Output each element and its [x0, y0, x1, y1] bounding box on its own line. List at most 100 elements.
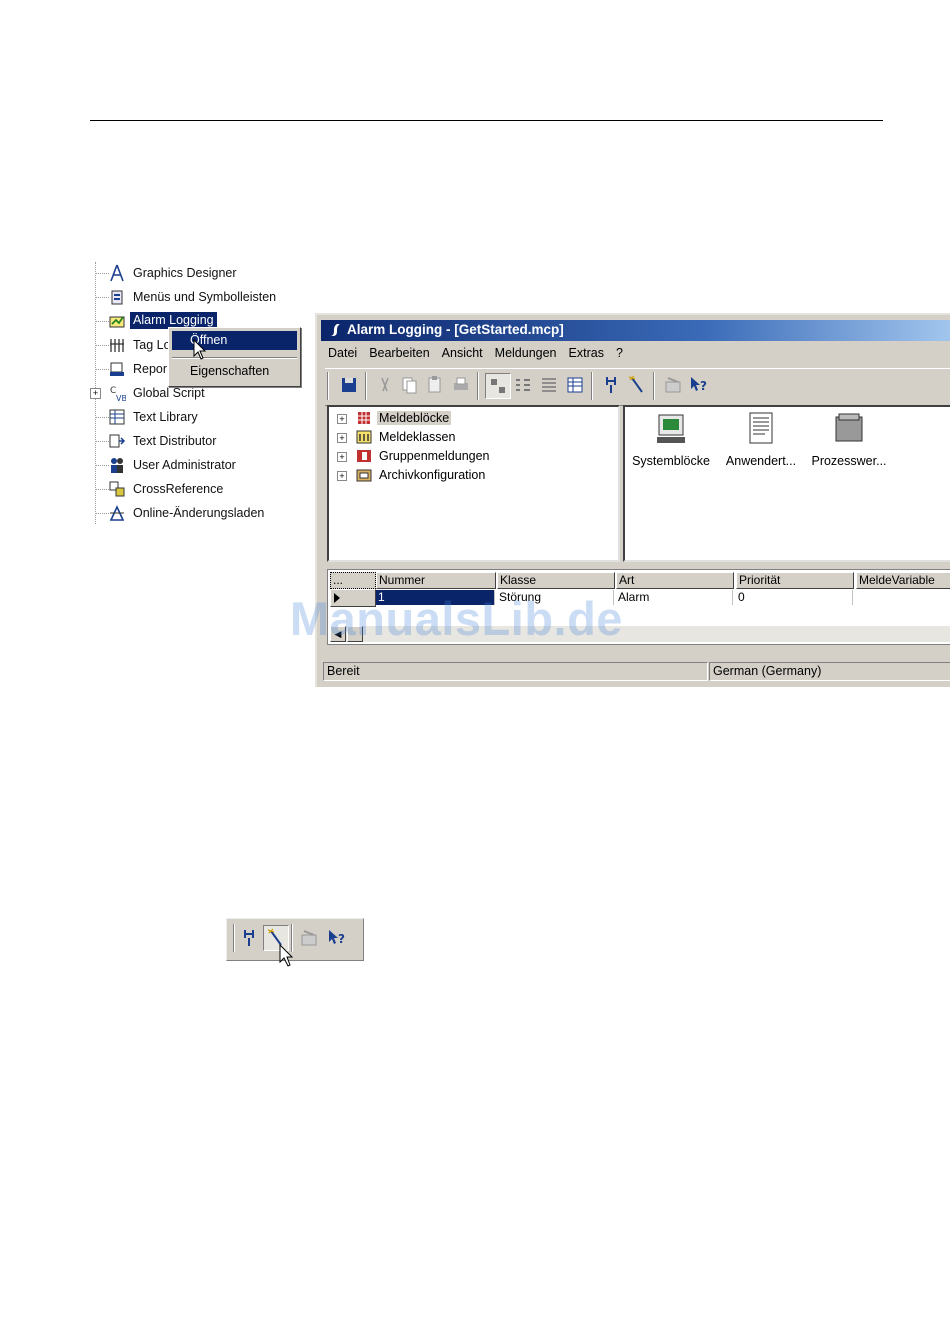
toolbar-separator	[365, 372, 367, 400]
window-title: Alarm Logging - [GetStarted.mcp]	[347, 322, 564, 337]
expand-icon[interactable]: +	[337, 433, 347, 443]
large-icons-view-icon[interactable]	[485, 373, 511, 399]
tag-logging-icon	[110, 339, 124, 352]
column-header-art[interactable]: Art	[616, 572, 734, 589]
list-view-icon[interactable]	[537, 373, 561, 397]
data-object-user-text-blocks[interactable]: Anwendert...	[719, 411, 803, 468]
tree-item-text-distributor[interactable]: Text Distributor	[90, 430, 320, 454]
filter-icon[interactable]	[237, 926, 261, 950]
properties-icon[interactable]	[661, 373, 685, 397]
expand-icon[interactable]: +	[90, 388, 101, 399]
mouse-cursor-icon	[279, 944, 294, 967]
tree-item-menus-toolbars[interactable]: Menüs und Symbolleisten	[90, 286, 320, 310]
table-cell-meldevariable[interactable]	[856, 590, 950, 605]
status-bar: Bereit German (Germany)	[321, 661, 950, 681]
small-icons-view-icon[interactable]	[511, 373, 535, 397]
tree-item-label: Text Library	[133, 410, 198, 424]
nav-item-message-blocks[interactable]: + Meldeblöcke	[329, 409, 614, 428]
mouse-cursor-icon	[193, 339, 207, 360]
save-icon[interactable]	[337, 373, 361, 397]
tree-item-label: Tag Lo	[133, 338, 171, 352]
status-text: Bereit	[323, 662, 708, 681]
svg-text:VB: VB	[116, 394, 126, 402]
tree-item-label: User Administrator	[133, 458, 236, 472]
column-header-nummer[interactable]: Nummer	[376, 572, 496, 589]
tree-item-user-administrator[interactable]: User Administrator	[90, 454, 320, 478]
cut-icon[interactable]	[373, 373, 397, 397]
tree-connector	[95, 273, 109, 274]
menu-ansicht[interactable]: Ansicht	[435, 343, 488, 360]
nav-item-label: Gruppenmeldungen	[379, 449, 490, 463]
graphics-designer-icon	[110, 264, 124, 282]
cross-reference-icon	[109, 481, 125, 497]
user-administrator-icon	[111, 458, 123, 473]
toolbar-separator	[233, 924, 235, 952]
nav-item-label: Meldeblöcke	[377, 411, 452, 425]
context-menu-properties[interactable]: Eigenschaften	[172, 362, 297, 381]
toolbar-snippet: ?	[226, 918, 364, 961]
tree-item-label: Repor	[133, 362, 168, 376]
tree-item-label: Global Script	[133, 386, 205, 400]
tree-connector	[95, 345, 109, 346]
nav-item-label: Meldeklassen	[379, 430, 456, 444]
menu-datei[interactable]: Datei	[321, 343, 362, 360]
expand-icon[interactable]: +	[337, 414, 347, 424]
data-object-system-blocks[interactable]: Systemblöcke	[629, 411, 713, 468]
menu-help[interactable]: ?	[609, 343, 628, 360]
svg-text:?: ?	[700, 379, 707, 393]
data-object-label: Anwendert...	[725, 454, 797, 468]
details-view-icon[interactable]	[563, 373, 587, 397]
tree-item-text-library[interactable]: Text Library	[90, 406, 320, 430]
paste-icon[interactable]	[423, 373, 447, 397]
group-messages-icon	[357, 450, 371, 462]
archive-config-icon	[356, 469, 372, 482]
expand-icon[interactable]: +	[337, 452, 347, 462]
copy-icon[interactable]	[397, 373, 421, 397]
tree-connector	[95, 417, 109, 418]
column-header-index[interactable]: ...	[330, 572, 376, 589]
tree-item-online-change[interactable]: Online-Änderungsladen	[90, 502, 320, 526]
print-icon[interactable]	[449, 373, 473, 397]
context-menu-properties-label: Eigenschaften	[190, 364, 270, 378]
tree-item-graphics-designer[interactable]: Graphics Designer	[90, 262, 320, 286]
column-header-meldevariable[interactable]: MeldeVariable	[856, 572, 950, 589]
watermark: ManualsLib.de	[290, 592, 623, 645]
nav-item-message-classes[interactable]: + Meldeklassen	[329, 428, 614, 447]
page-header-rule	[90, 120, 883, 121]
context-menu-open[interactable]: Öffnen	[172, 331, 297, 350]
wizard-icon[interactable]	[625, 373, 649, 397]
filter-icon[interactable]	[599, 373, 623, 397]
column-header-klasse[interactable]: Klasse	[497, 572, 615, 589]
system-blocks-icon	[657, 414, 685, 443]
svg-text:?: ?	[338, 932, 345, 946]
column-header-prioritaet[interactable]: Priorität	[736, 572, 854, 589]
alarm-logging-icon	[109, 316, 125, 328]
tree-connector	[95, 369, 109, 370]
toolbar: ?	[325, 368, 950, 406]
message-blocks-icon	[358, 412, 370, 424]
table-cell-art[interactable]: Alarm	[616, 590, 733, 605]
tree-item-label: Text Distributor	[133, 434, 217, 448]
nav-item-label: Archivkonfiguration	[379, 468, 486, 482]
nav-item-group-messages[interactable]: + Gruppenmeldungen	[329, 447, 614, 466]
menu-bearbeiten[interactable]: Bearbeiten	[362, 343, 434, 360]
data-object-label: Systemblöcke	[632, 454, 710, 468]
table-cell-prioritaet[interactable]: 0	[736, 590, 853, 605]
context-help-icon[interactable]: ?	[325, 926, 349, 950]
properties-icon[interactable]	[297, 926, 321, 950]
menu-extras[interactable]: Extras	[562, 343, 609, 360]
data-pane: Systemblöcke Anwendert... Prozesswer...	[623, 405, 950, 562]
tree-item-cross-reference[interactable]: CrossReference	[90, 478, 320, 502]
data-object-process-value-blocks[interactable]: Prozesswer...	[807, 411, 891, 468]
menu-meldungen[interactable]: Meldungen	[488, 343, 562, 360]
data-object-label: Prozesswer...	[811, 454, 887, 468]
context-help-icon[interactable]: ?	[687, 373, 711, 397]
toolbar-separator	[653, 372, 655, 400]
expand-icon[interactable]: +	[337, 471, 347, 481]
text-library-icon	[109, 409, 125, 425]
window-title-bar[interactable]: Alarm Logging - [GetStarted.mcp]	[321, 320, 950, 341]
report-designer-icon	[110, 362, 124, 376]
online-change-icon	[109, 505, 125, 521]
tree-item-label: Menüs und Symbolleisten	[133, 290, 277, 304]
nav-item-archive-config[interactable]: + Archivkonfiguration	[329, 466, 614, 485]
